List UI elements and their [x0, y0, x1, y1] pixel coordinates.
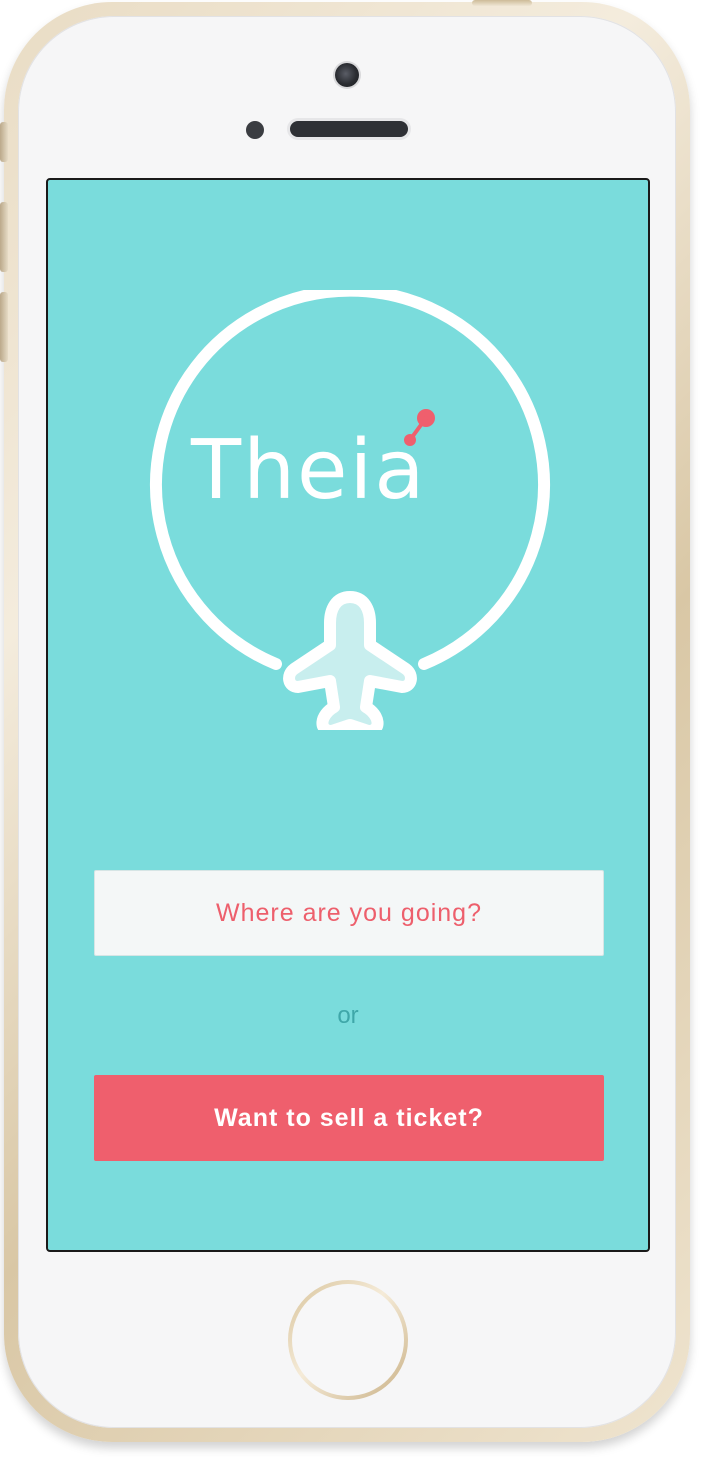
sell-ticket-button-label: Want to sell a ticket?: [214, 1103, 484, 1132]
app-screen: Theia Where are you going? or Want to se…: [46, 178, 650, 1252]
where-going-button[interactable]: Where are you going?: [94, 870, 604, 956]
volume-up-button: [0, 202, 8, 272]
power-button: [472, 0, 532, 6]
sell-ticket-button[interactable]: Want to sell a ticket?: [94, 1075, 604, 1161]
mute-switch: [0, 122, 8, 162]
where-going-button-label: Where are you going?: [216, 898, 482, 927]
or-separator: or: [337, 1002, 359, 1029]
earpiece-speaker: [290, 121, 408, 137]
proximity-sensor: [246, 121, 264, 139]
home-button-icon[interactable]: [288, 1280, 408, 1400]
volume-down-button: [0, 292, 8, 362]
app-logo-wordmark: Theia: [191, 423, 427, 518]
device-mockup: Theia Where are you going? or Want to se…: [0, 0, 706, 1457]
camera-icon: [335, 63, 359, 87]
